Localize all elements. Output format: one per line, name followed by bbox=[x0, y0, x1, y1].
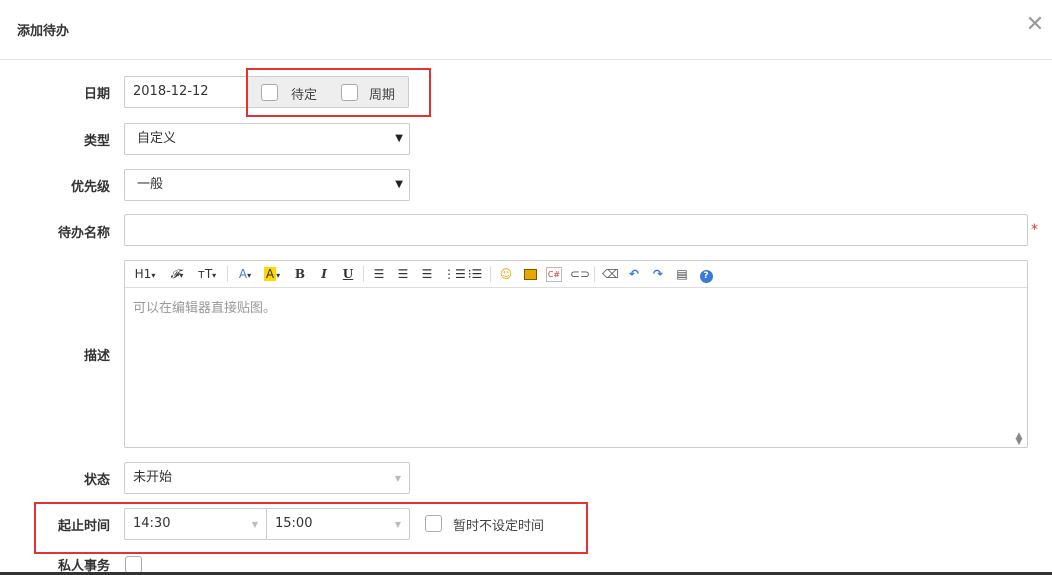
background-color-icon[interactable]: A ▾ bbox=[261, 265, 283, 283]
name-input[interactable] bbox=[124, 214, 1028, 246]
code-icon[interactable]: C# bbox=[546, 267, 562, 282]
font-color-icon[interactable]: A▾ bbox=[235, 265, 255, 283]
add-todo-dialog: 添加待办 ✕ 日期 2018-12-12 待定 周期 类型 自定义 ▼ 优先级 … bbox=[0, 0, 1052, 575]
help-icon[interactable]: ? bbox=[698, 265, 714, 283]
dialog-title: 添加待办 bbox=[17, 24, 70, 39]
emoticon-icon[interactable]: ☺ bbox=[498, 265, 514, 283]
rich-text-editor: H1▾ 𝓕▾ тT▾ A▾ A ▾ B I U ☰ ☰ ☰ ⋮☰ ⁝☰ ☺ C# … bbox=[124, 260, 1028, 448]
font-size-icon[interactable]: тT▾ bbox=[196, 265, 218, 283]
private-checkbox[interactable] bbox=[125, 556, 142, 573]
editor-toolbar: H1▾ 𝓕▾ тT▾ A▾ A ▾ B I U ☰ ☰ ☰ ⋮☰ ⁝☰ ☺ C# … bbox=[125, 261, 1027, 288]
priority-label: 优先级 bbox=[70, 180, 110, 195]
toolbar-divider bbox=[594, 266, 595, 282]
type-label: 类型 bbox=[83, 134, 110, 149]
image-icon[interactable] bbox=[522, 265, 538, 283]
caret-down-icon: ▼ bbox=[395, 133, 403, 144]
unordered-list-icon[interactable]: ⁝☰ bbox=[467, 265, 483, 283]
type-select[interactable]: 自定义 ▼ bbox=[124, 123, 410, 155]
font-family-icon[interactable]: 𝓕▾ bbox=[167, 265, 187, 283]
caret-down-icon: ▼ bbox=[395, 179, 403, 190]
toolbar-divider bbox=[227, 266, 228, 282]
highlight-box-time bbox=[34, 502, 588, 554]
name-label: 待办名称 bbox=[57, 226, 110, 241]
highlight-box-date-options bbox=[246, 68, 431, 117]
required-mark: * bbox=[1031, 222, 1038, 238]
underline-icon[interactable]: U bbox=[341, 265, 355, 283]
dialog-header: 添加待办 ✕ bbox=[0, 0, 1052, 60]
toolbar-divider bbox=[363, 266, 364, 282]
ordered-list-icon[interactable]: ⋮☰ bbox=[443, 265, 466, 283]
eraser-icon[interactable]: ⌫ bbox=[602, 265, 619, 283]
editor-placeholder[interactable]: 可以在编辑器直接贴图。 bbox=[133, 297, 276, 316]
align-left-icon[interactable]: ☰ bbox=[371, 265, 387, 283]
italic-icon[interactable]: I bbox=[317, 265, 331, 283]
type-value: 自定义 bbox=[137, 131, 177, 146]
bold-icon[interactable]: B bbox=[293, 265, 307, 283]
paste-icon[interactable]: ▤ bbox=[674, 265, 690, 283]
align-right-icon[interactable]: ☰ bbox=[419, 265, 435, 283]
status-value: 未开始 bbox=[133, 470, 173, 485]
date-label: 日期 bbox=[83, 87, 110, 102]
caret-down-icon: ▼ bbox=[394, 474, 401, 483]
priority-value: 一般 bbox=[137, 177, 164, 192]
date-input[interactable]: 2018-12-12 bbox=[124, 76, 249, 108]
status-label: 状态 bbox=[83, 473, 110, 488]
link-icon[interactable]: ⊂⊃ bbox=[570, 265, 590, 283]
toolbar-divider bbox=[490, 266, 491, 282]
description-label: 描述 bbox=[83, 349, 110, 364]
undo-icon[interactable]: ↶ bbox=[626, 265, 642, 283]
status-select[interactable]: 未开始 ▼ bbox=[124, 462, 410, 494]
redo-icon[interactable]: ↷ bbox=[650, 265, 666, 283]
priority-select[interactable]: 一般 ▼ bbox=[124, 169, 410, 201]
close-icon[interactable]: ✕ bbox=[1024, 12, 1046, 38]
resize-handle-icon[interactable]: ▲ ▼ bbox=[1013, 432, 1025, 447]
heading-icon[interactable]: H1▾ bbox=[133, 265, 157, 283]
align-center-icon[interactable]: ☰ bbox=[395, 265, 411, 283]
